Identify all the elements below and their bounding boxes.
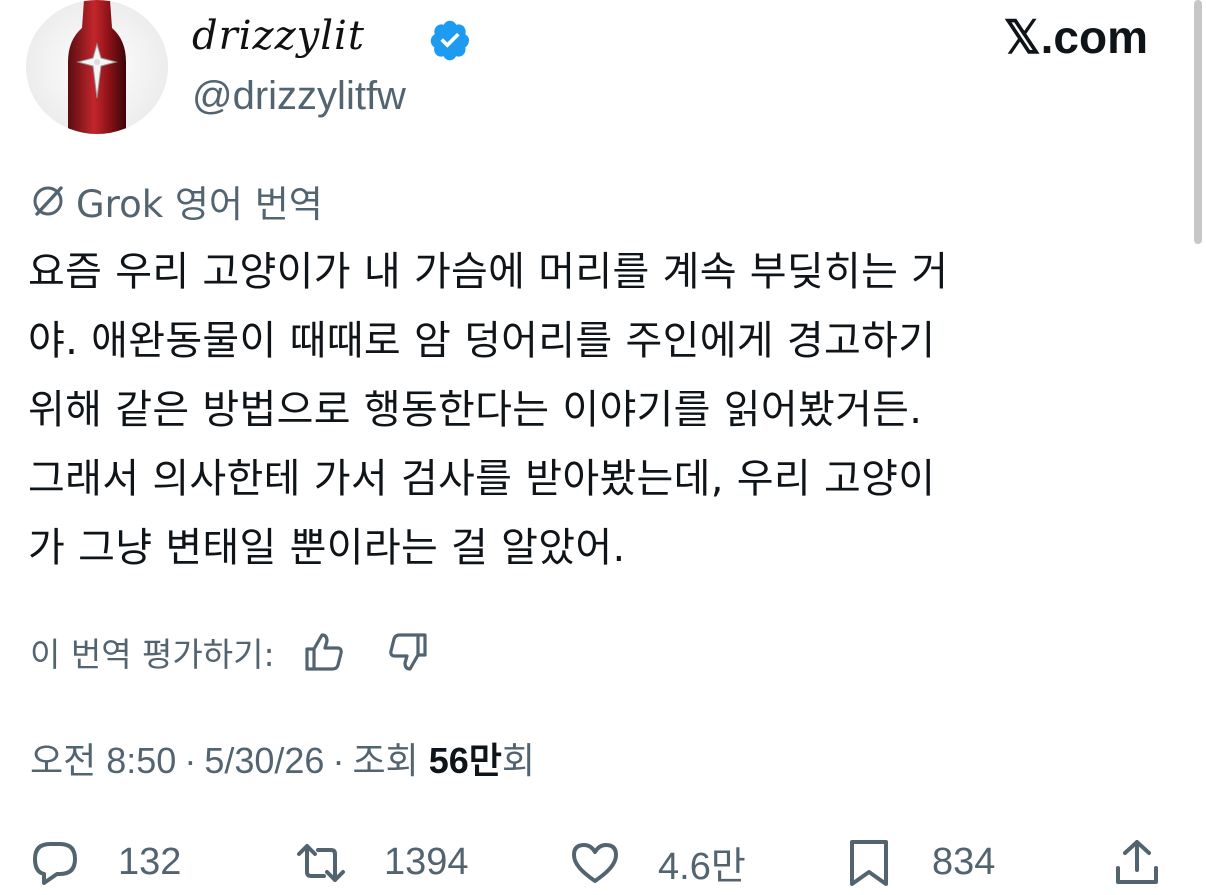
- grok-icon: [33, 186, 63, 216]
- tweet-line: 야. 애완동물이 때때로 암 덩어리를 주인에게 경고하기: [28, 318, 936, 364]
- views-prefix: 조회: [352, 740, 419, 781]
- reply-icon: [33, 841, 77, 885]
- reply-count: 132: [118, 841, 182, 883]
- rate-label: 이 번역 평가하기:: [30, 635, 275, 674]
- meta-separator: ·: [332, 740, 345, 781]
- scrollbar[interactable]: [1194, 0, 1202, 244]
- avatar[interactable]: [26, 0, 168, 134]
- rate-translation: 이 번역 평가하기:: [30, 624, 469, 680]
- share-button[interactable]: [1112, 830, 1200, 895]
- tweet-text: 요즘 우리 고양이가 내 가슴에 머리를 계속 부딪히는 거 야. 애완동물이 …: [28, 238, 1168, 583]
- tweet-date[interactable]: 5/30/26: [204, 740, 324, 782]
- translation-text: Grok 영어 번역: [76, 183, 323, 226]
- share-icon: [1116, 839, 1158, 884]
- display-name[interactable]: drizzylit: [192, 10, 365, 62]
- tweet-line: 그래서 의사한테 가서 검사를 받아봤는데, 우리 고양이: [28, 456, 936, 502]
- user-handle[interactable]: @drizzylitfw: [192, 72, 406, 120]
- reply-button[interactable]: 132: [30, 830, 181, 895]
- tweet-meta: 오전 8:50 · 5/30/26 · 조회 56만 회: [30, 732, 535, 792]
- verified-badge-icon: [430, 20, 470, 61]
- x-logo: 𝕏.com: [1003, 11, 1148, 63]
- like-count: 4.6만: [658, 846, 746, 888]
- repost-count: 1394: [384, 841, 469, 883]
- tweet-line: 요즘 우리 고양이가 내 가슴에 머리를 계속 부딪히는 거: [28, 249, 949, 295]
- repost-button[interactable]: 1394: [296, 830, 469, 895]
- meta-separator: ·: [184, 740, 197, 781]
- bookmark-count: 834: [932, 841, 996, 883]
- repost-icon: [297, 843, 345, 882]
- views-count[interactable]: 56만: [429, 732, 502, 784]
- views-suffix: 회: [501, 740, 535, 781]
- tweet-time[interactable]: 오전 8:50: [30, 732, 176, 784]
- like-button[interactable]: 4.6만: [570, 830, 746, 895]
- tweet-line: 위해 같은 방법으로 행동한다는 이야기를 읽어봤거든.: [28, 387, 923, 433]
- translation-label[interactable]: Grok 영어 번역: [28, 176, 323, 226]
- heart-icon: [572, 842, 618, 883]
- bookmark-icon: [850, 839, 888, 886]
- tweet-line: 가 그냥 변태일 뿐이라는 걸 알았어.: [28, 525, 626, 571]
- bookmark-button[interactable]: 834: [844, 830, 995, 895]
- thumbs-up-icon[interactable]: [301, 629, 347, 675]
- thumbs-down-icon[interactable]: [385, 629, 431, 675]
- action-bar: 132 1394 4.6만 834: [0, 830, 1206, 895]
